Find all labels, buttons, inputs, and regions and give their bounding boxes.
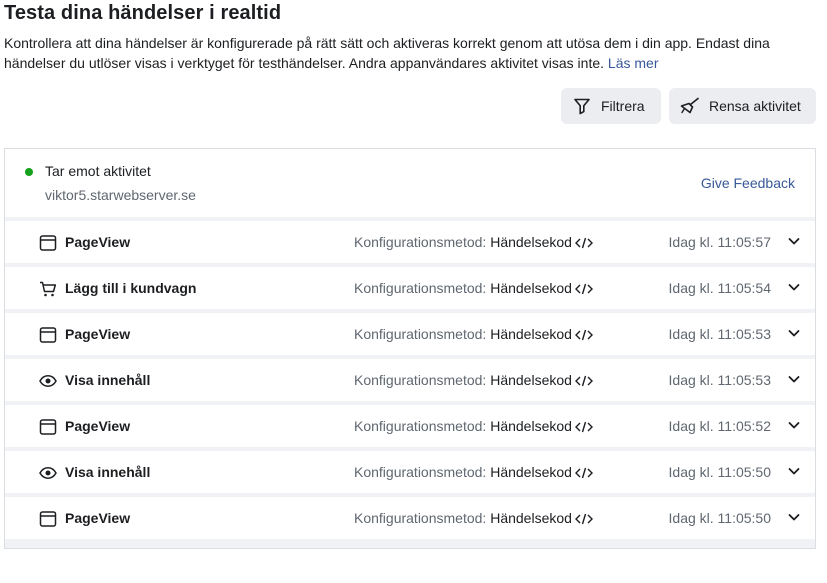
config-method: Konfigurationsmetod: Händelsekod — [354, 326, 593, 344]
code-icon — [574, 328, 593, 344]
config-method-prefix: Konfigurationsmetod: — [354, 418, 487, 434]
event-time: Idag kl. 11:05:52 — [668, 418, 771, 434]
config-method-value: Händelsekod — [490, 372, 572, 388]
config-method-value: Händelsekod — [490, 234, 572, 250]
config-method-prefix: Konfigurationsmetod: — [354, 234, 487, 250]
event-time: Idag kl. 11:05:57 — [668, 234, 771, 250]
status-label: Tar emot aktivitet — [45, 163, 151, 179]
filter-button[interactable]: Filtrera — [561, 88, 661, 124]
clear-activity-label: Rensa aktivitet — [709, 98, 801, 114]
config-method-prefix: Konfigurationsmetod: — [354, 326, 487, 342]
event-name: Visa innehåll — [65, 372, 151, 388]
chevron-down-icon[interactable] — [787, 510, 801, 524]
config-method-value: Händelsekod — [490, 280, 572, 296]
event-name: PageView — [65, 326, 131, 342]
event-time: Idag kl. 11:05:50 — [668, 464, 771, 480]
page-title: Testa dina händelser i realtid — [4, 2, 282, 24]
browser-window-icon — [39, 418, 57, 436]
browser-window-icon — [39, 326, 57, 344]
config-method-prefix: Konfigurationsmetod: — [354, 510, 487, 526]
config-method: Konfigurationsmetod: Händelsekod — [354, 372, 593, 390]
event-name: Lägg till i kundvagn — [65, 280, 197, 296]
code-icon — [574, 374, 593, 390]
event-row[interactable]: PageView Konfigurationsmetod: Händelsekod… — [5, 497, 815, 539]
event-row[interactable]: PageView Konfigurationsmetod: Händelsekod… — [5, 405, 815, 447]
filter-button-label: Filtrera — [601, 98, 645, 114]
event-row[interactable]: Visa innehåll Konfigurationsmetod: Händel… — [5, 359, 815, 401]
config-method-prefix: Konfigurationsmetod: — [354, 372, 487, 388]
code-icon — [574, 512, 593, 528]
broom-icon — [680, 97, 700, 115]
chevron-down-icon[interactable] — [787, 326, 801, 340]
code-icon — [574, 282, 593, 298]
chevron-down-icon[interactable] — [787, 372, 801, 386]
config-method: Konfigurationsmetod: Händelsekod — [354, 418, 593, 436]
page-description: Kontrollera att dina händelser är konfig… — [4, 33, 814, 73]
config-method-value: Händelsekod — [490, 418, 572, 434]
event-time: Idag kl. 11:05:54 — [668, 280, 771, 296]
shopping-cart-icon — [39, 280, 57, 298]
config-method: Konfigurationsmetod: Händelsekod — [354, 234, 593, 252]
event-name: PageView — [65, 234, 131, 250]
event-time: Idag kl. 11:05:50 — [668, 510, 771, 526]
chevron-down-icon[interactable] — [787, 234, 801, 248]
config-method-value: Händelsekod — [490, 326, 572, 342]
event-time: Idag kl. 11:05:53 — [668, 326, 771, 342]
config-method-prefix: Konfigurationsmetod: — [354, 280, 487, 296]
filter-icon — [573, 97, 591, 115]
code-icon — [574, 236, 593, 252]
code-icon — [574, 466, 593, 482]
status-header: Tar emot aktivitet viktor5.starwebserver… — [5, 149, 815, 217]
config-method: Konfigurationsmetod: Händelsekod — [354, 464, 593, 482]
config-method: Konfigurationsmetod: Händelsekod — [354, 510, 593, 528]
activity-panel: Tar emot aktivitet viktor5.starwebserver… — [4, 148, 816, 549]
config-method-value: Händelsekod — [490, 464, 572, 480]
eye-icon — [39, 372, 57, 390]
status-indicator-icon — [25, 168, 33, 176]
chevron-down-icon[interactable] — [787, 418, 801, 432]
config-method-prefix: Konfigurationsmetod: — [354, 464, 487, 480]
chevron-down-icon[interactable] — [787, 280, 801, 294]
browser-window-icon — [39, 510, 57, 528]
status-host: viktor5.starwebserver.se — [45, 187, 196, 203]
event-row[interactable]: PageView Konfigurationsmetod: Händelsekod… — [5, 221, 815, 263]
event-name: PageView — [65, 418, 131, 434]
event-name: PageView — [65, 510, 131, 526]
clear-activity-button[interactable]: Rensa aktivitet — [669, 88, 816, 124]
event-row[interactable]: Lägg till i kundvagn Konfigurationsmetod:… — [5, 267, 815, 309]
event-row[interactable]: Visa innehåll Konfigurationsmetod: Händel… — [5, 451, 815, 493]
give-feedback-link[interactable]: Give Feedback — [701, 175, 795, 191]
eye-icon — [39, 464, 57, 482]
event-time: Idag kl. 11:05:53 — [668, 372, 771, 388]
config-method-value: Händelsekod — [490, 510, 572, 526]
event-name: Visa innehåll — [65, 464, 151, 480]
code-icon — [574, 420, 593, 436]
event-row[interactable]: PageView Konfigurationsmetod: Händelsekod… — [5, 313, 815, 355]
chevron-down-icon[interactable] — [787, 464, 801, 478]
browser-window-icon — [39, 234, 57, 252]
learn-more-link[interactable]: Läs mer — [608, 55, 659, 71]
config-method: Konfigurationsmetod: Händelsekod — [354, 280, 593, 298]
